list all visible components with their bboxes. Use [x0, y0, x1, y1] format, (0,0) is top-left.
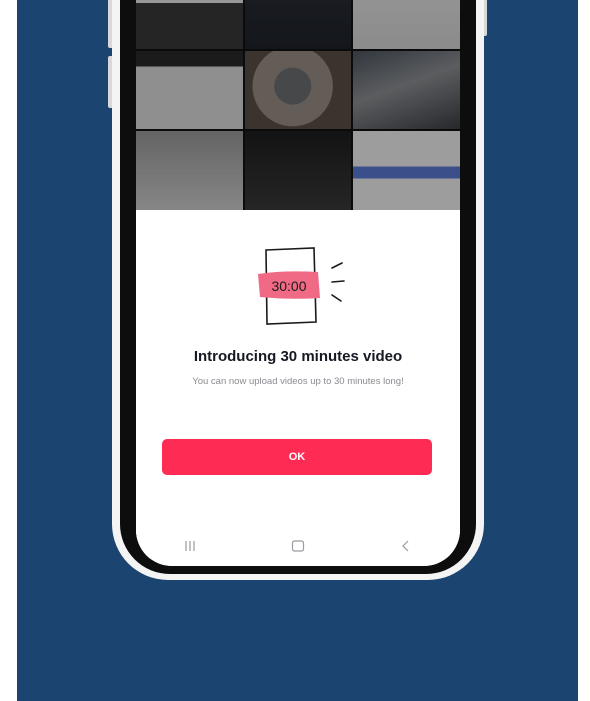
video-length-icon: 30:00 — [258, 247, 345, 325]
dialog-description: You can now upload videos up to 30 minut… — [192, 376, 404, 387]
recents-icon-glyph — [185, 541, 195, 551]
back-icon[interactable] — [386, 536, 426, 556]
dialog-title: Introducing 30 minutes video — [193, 348, 403, 365]
recents-icon[interactable] — [170, 536, 210, 556]
home-icon-glyph — [291, 540, 305, 552]
video-grid — [136, 0, 460, 210]
modal-overlay[interactable] — [136, 0, 460, 210]
android-nav-bar — [136, 532, 460, 560]
home-icon[interactable] — [278, 536, 318, 556]
time-label: 30:00 — [271, 278, 306, 294]
ok-button[interactable]: OK — [162, 439, 432, 475]
phone-screen: 30:00 Introducing 30 minutes video You c… — [136, 0, 460, 566]
back-icon-glyph — [402, 540, 409, 552]
announcement-sheet: 30:00 Introducing 30 minutes video You c… — [136, 210, 460, 566]
